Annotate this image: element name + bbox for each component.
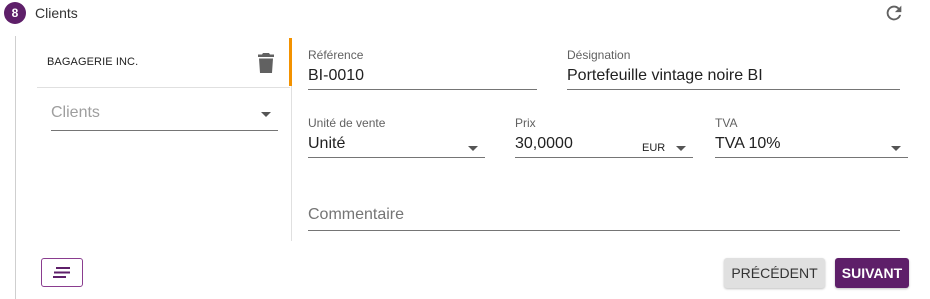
next-button[interactable]: SUIVANT: [835, 258, 909, 288]
active-indicator: [289, 38, 292, 86]
step-connector-line: [15, 36, 16, 299]
designation-field: Désignation Portefeuille vintage noire B…: [567, 48, 900, 95]
tva-value: TVA 10%: [715, 135, 781, 152]
currency-select[interactable]: EUR: [642, 142, 665, 154]
tva-label: TVA: [715, 116, 738, 130]
unite-select[interactable]: Unité: [308, 131, 485, 158]
chevron-down-icon: [891, 146, 901, 151]
designation-label: Désignation: [567, 48, 631, 62]
refresh-icon[interactable]: [883, 2, 905, 24]
clients-select-placeholder: Clients: [51, 104, 100, 121]
trash-icon[interactable]: [257, 52, 275, 74]
commentaire-placeholder: Commentaire: [308, 206, 405, 223]
reference-input[interactable]: BI-0010: [308, 63, 537, 90]
unite-value: Unité: [308, 135, 346, 152]
reference-label: Référence: [308, 48, 364, 62]
chevron-down-icon: [676, 146, 686, 151]
selected-client-name: BAGAGERIE INC.: [47, 56, 139, 68]
list-icon: [53, 267, 70, 278]
tva-select[interactable]: TVA 10%: [715, 131, 908, 158]
prix-label: Prix: [515, 116, 536, 130]
unite-label: Unité de vente: [308, 116, 386, 130]
commentaire-input[interactable]: Commentaire: [308, 200, 900, 231]
clients-select[interactable]: Clients: [51, 100, 278, 131]
chevron-down-icon: [261, 112, 271, 117]
step-title: Clients: [35, 5, 78, 21]
prix-value: 30,0000: [515, 135, 573, 152]
designation-input[interactable]: Portefeuille vintage noire BI: [567, 63, 900, 90]
tva-field: TVA TVA 10%: [715, 116, 908, 163]
unite-de-vente-field: Unité de vente Unité: [308, 116, 485, 163]
prix-field: Prix 30,0000 EUR: [515, 116, 693, 163]
list-button[interactable]: [41, 258, 83, 287]
previous-button[interactable]: PRÉCÉDENT: [724, 258, 825, 288]
step-number-badge: 8: [4, 2, 26, 24]
reference-field: Référence BI-0010: [308, 48, 537, 95]
prix-input[interactable]: 30,0000: [515, 131, 693, 158]
left-separator: [37, 87, 290, 88]
chevron-down-icon: [468, 146, 478, 151]
